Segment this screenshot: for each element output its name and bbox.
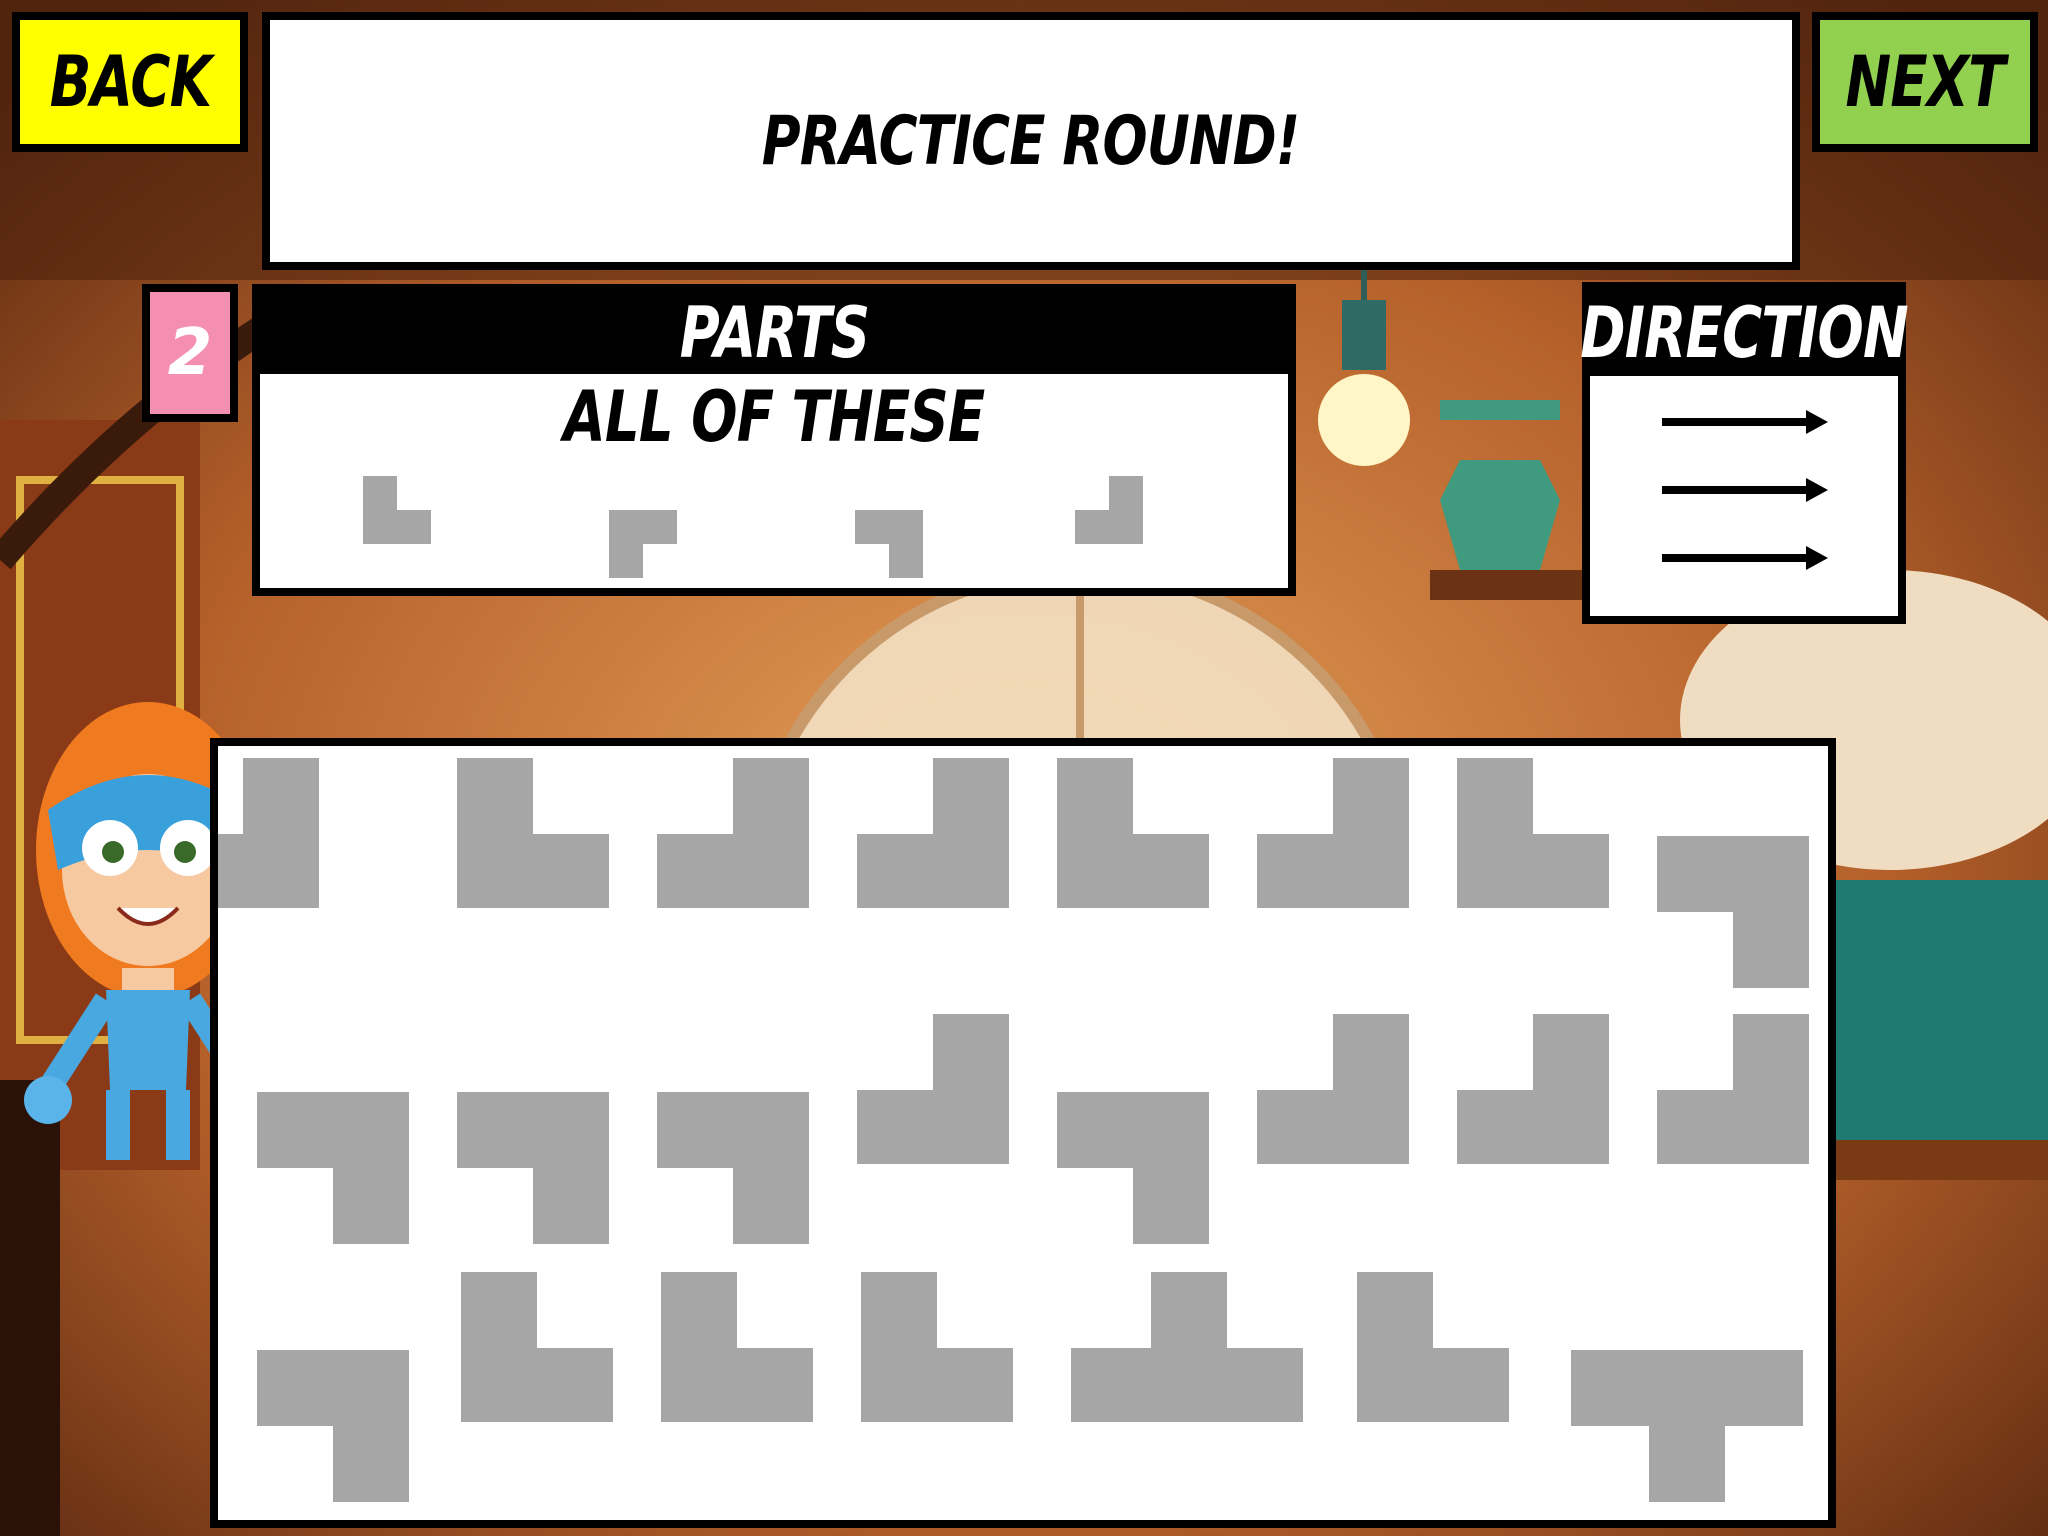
page-title: PRACTICE ROUND! [762,101,1300,181]
grid-piece[interactable] [457,758,609,908]
grid-piece[interactable] [857,1014,1009,1164]
direction-arrows [1662,410,1828,570]
grid-piece[interactable] [857,758,1009,908]
grid-piece[interactable] [257,1092,409,1244]
grid-piece[interactable] [461,1272,613,1422]
grid-piece[interactable] [1057,1092,1209,1244]
right-arrow-icon [1662,546,1828,570]
grid-piece[interactable] [1257,1014,1409,1164]
next-button[interactable]: NEXT [1812,12,2038,152]
grid-piece[interactable] [218,758,319,908]
round-number: 2 [167,316,213,390]
grid-piece[interactable] [657,1092,809,1244]
back-button[interactable]: BACK [12,12,248,152]
part-shape-4 [1075,476,1143,544]
next-button-label: NEXT [1845,41,2005,123]
back-button-label: BACK [49,41,211,123]
right-arrow-icon [1662,478,1828,502]
grid-piece[interactable] [1057,758,1209,908]
grid-piece[interactable] [1071,1272,1303,1422]
grid-piece[interactable] [657,758,809,908]
parts-panel: PARTS ALL OF THESE [252,284,1296,596]
grid-piece[interactable] [1357,1272,1509,1422]
grid-piece[interactable] [1257,758,1409,908]
grid-piece[interactable] [1457,758,1609,908]
parts-shapes [363,476,1143,578]
grid-piece[interactable] [1657,836,1809,988]
grid-piece[interactable] [1657,1014,1809,1164]
part-shape-2 [609,510,677,578]
direction-panel: DIRECTION [1580,282,1909,624]
grid-piece[interactable] [861,1272,1013,1422]
part-shape-3 [855,510,923,578]
round-number-badge: 2 [142,284,238,422]
right-arrow-icon [1662,410,1828,434]
grid-piece[interactable] [257,1350,409,1502]
grid-piece[interactable] [457,1092,609,1244]
grid-piece[interactable] [661,1272,813,1422]
title-banner: PRACTICE ROUND! [262,12,1800,270]
puzzle-shapes [218,758,1809,1502]
part-shape-1 [363,476,431,544]
grid-piece[interactable] [1457,1014,1609,1164]
puzzle-grid [210,738,1836,1528]
grid-piece[interactable] [1571,1350,1803,1502]
